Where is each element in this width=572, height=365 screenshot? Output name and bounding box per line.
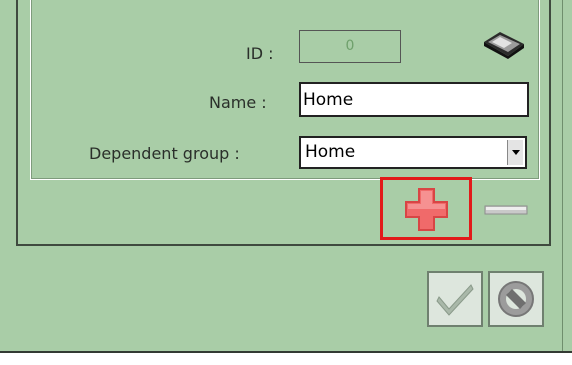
minus-icon[interactable] bbox=[484, 205, 528, 215]
dependent-group-label: Dependent group : bbox=[89, 144, 240, 163]
id-field: 0 bbox=[299, 30, 401, 63]
panel-edge bbox=[562, 0, 563, 351]
dependent-group-value: Home bbox=[305, 142, 356, 162]
storage-icon[interactable] bbox=[478, 28, 528, 60]
page-margin bbox=[0, 353, 572, 365]
group-editor-panel: ID : 0 Name : Dependent group : Home bbox=[0, 0, 572, 353]
cancel-icon bbox=[498, 281, 534, 317]
id-label: ID : bbox=[246, 44, 274, 63]
cancel-button[interactable] bbox=[488, 271, 544, 327]
name-label: Name : bbox=[209, 93, 267, 112]
dependent-group-select[interactable]: Home bbox=[299, 136, 527, 169]
chevron-down-icon[interactable] bbox=[507, 140, 523, 165]
checkmark-icon bbox=[436, 284, 474, 316]
name-input[interactable] bbox=[299, 82, 529, 117]
plus-icon[interactable] bbox=[404, 187, 449, 232]
confirm-button[interactable] bbox=[427, 271, 483, 327]
